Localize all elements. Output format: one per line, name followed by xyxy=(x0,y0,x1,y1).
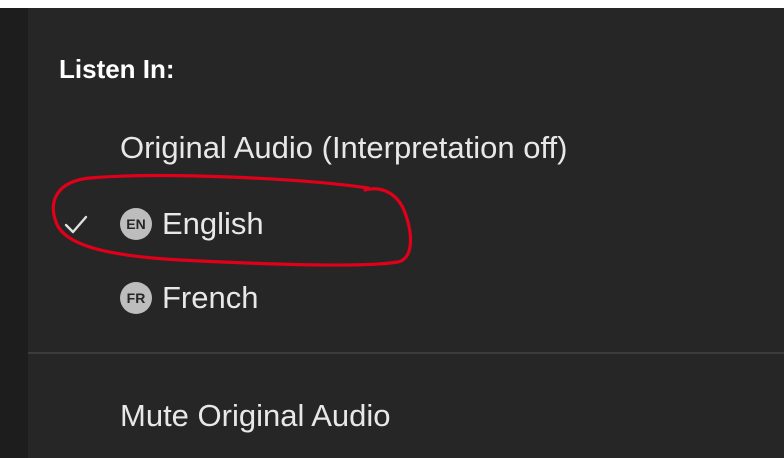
menu-item-label: Original Audio (Interpretation off) xyxy=(120,130,568,165)
menu-item-french[interactable]: FR French xyxy=(62,274,258,322)
menu-item-label: Mute Original Audio xyxy=(120,398,391,433)
menu-item-original-audio[interactable]: Original Audio (Interpretation off) xyxy=(120,124,567,172)
menu-item-mute-original-audio[interactable]: Mute Original Audio xyxy=(120,392,391,440)
menu-divider xyxy=(28,352,784,354)
check-placeholder xyxy=(62,284,90,312)
language-badge-fr: FR xyxy=(120,282,152,314)
check-icon xyxy=(64,215,88,234)
language-badge-en: EN xyxy=(120,208,152,240)
menu-item-label: French xyxy=(162,280,259,315)
menu-item-english[interactable]: EN English xyxy=(62,200,264,248)
listen-in-heading: Listen In: xyxy=(59,54,175,84)
screenshot-frame: Listen In: Original Audio (Interpretatio… xyxy=(0,0,784,458)
menu-item-label: English xyxy=(162,206,264,241)
window-edge xyxy=(0,8,28,458)
